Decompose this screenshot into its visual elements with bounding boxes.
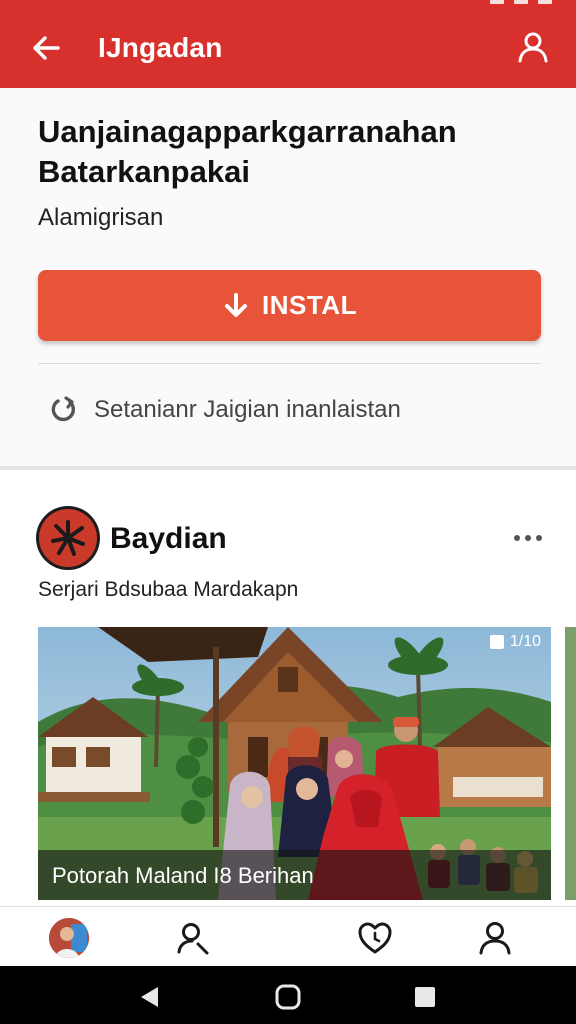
divider bbox=[38, 363, 541, 364]
flower-logo-icon bbox=[51, 520, 85, 556]
system-navigation-bar bbox=[0, 966, 576, 1024]
nav-item-profile-avatar[interactable] bbox=[46, 915, 92, 961]
more-horizontal-icon bbox=[514, 535, 542, 541]
post-caption: Serjari Bdsubaa Mardakapn bbox=[38, 578, 299, 601]
media-caption: Potorah Maland I8 Berihan bbox=[52, 863, 314, 888]
person-icon bbox=[518, 32, 548, 63]
person-search-icon bbox=[177, 923, 209, 955]
home-circle-icon bbox=[275, 984, 301, 1010]
gallery-icon bbox=[489, 635, 504, 649]
media-counter-text: 1/10 bbox=[509, 633, 541, 650]
post-image[interactable]: 1/10 Potorah Maland I8 Berihan bbox=[38, 627, 551, 900]
status-icons bbox=[490, 0, 552, 4]
system-back-button[interactable] bbox=[136, 984, 162, 1010]
system-home-button[interactable] bbox=[275, 984, 301, 1010]
status-bar bbox=[0, 0, 576, 10]
author-avatar[interactable] bbox=[36, 506, 100, 570]
nav-item-search-people[interactable] bbox=[170, 915, 216, 961]
install-label: INSTAL bbox=[262, 290, 357, 320]
update-settings-link[interactable]: Setanianr Jaigian inanlaistan bbox=[48, 394, 401, 426]
install-button[interactable]: INSTAL bbox=[38, 270, 541, 341]
nav-item-account[interactable] bbox=[472, 915, 518, 961]
user-avatar-icon bbox=[49, 918, 89, 958]
bottom-navigation bbox=[0, 906, 576, 966]
app-title: IJngadan bbox=[98, 32, 223, 63]
app-bar: IJngadan bbox=[0, 10, 576, 88]
profile-button[interactable] bbox=[512, 26, 554, 68]
recents-square-icon bbox=[415, 987, 435, 1007]
author-name[interactable]: Baydian bbox=[110, 522, 227, 556]
app-developer: Alamigrisan bbox=[38, 204, 164, 231]
update-settings-label: Setanianr Jaigian inanlaistan bbox=[94, 396, 401, 423]
next-image-peek[interactable] bbox=[565, 627, 576, 900]
section-divider bbox=[0, 466, 576, 470]
app-name-title: Uanjainagaрparkgarranahan Batarkanpakai bbox=[38, 114, 457, 189]
more-options-button[interactable] bbox=[510, 526, 546, 550]
download-arrow-icon bbox=[225, 292, 248, 317]
back-button[interactable] bbox=[26, 28, 66, 68]
back-triangle-icon bbox=[141, 987, 158, 1007]
person-icon bbox=[479, 922, 511, 955]
nav-item-favorites[interactable] bbox=[352, 915, 398, 961]
refresh-icon bbox=[51, 396, 76, 422]
system-recents-button[interactable] bbox=[412, 984, 438, 1010]
arrow-left-icon bbox=[33, 36, 60, 60]
heart-clock-icon bbox=[358, 922, 392, 954]
media-counter: 1/10 bbox=[489, 633, 541, 651]
